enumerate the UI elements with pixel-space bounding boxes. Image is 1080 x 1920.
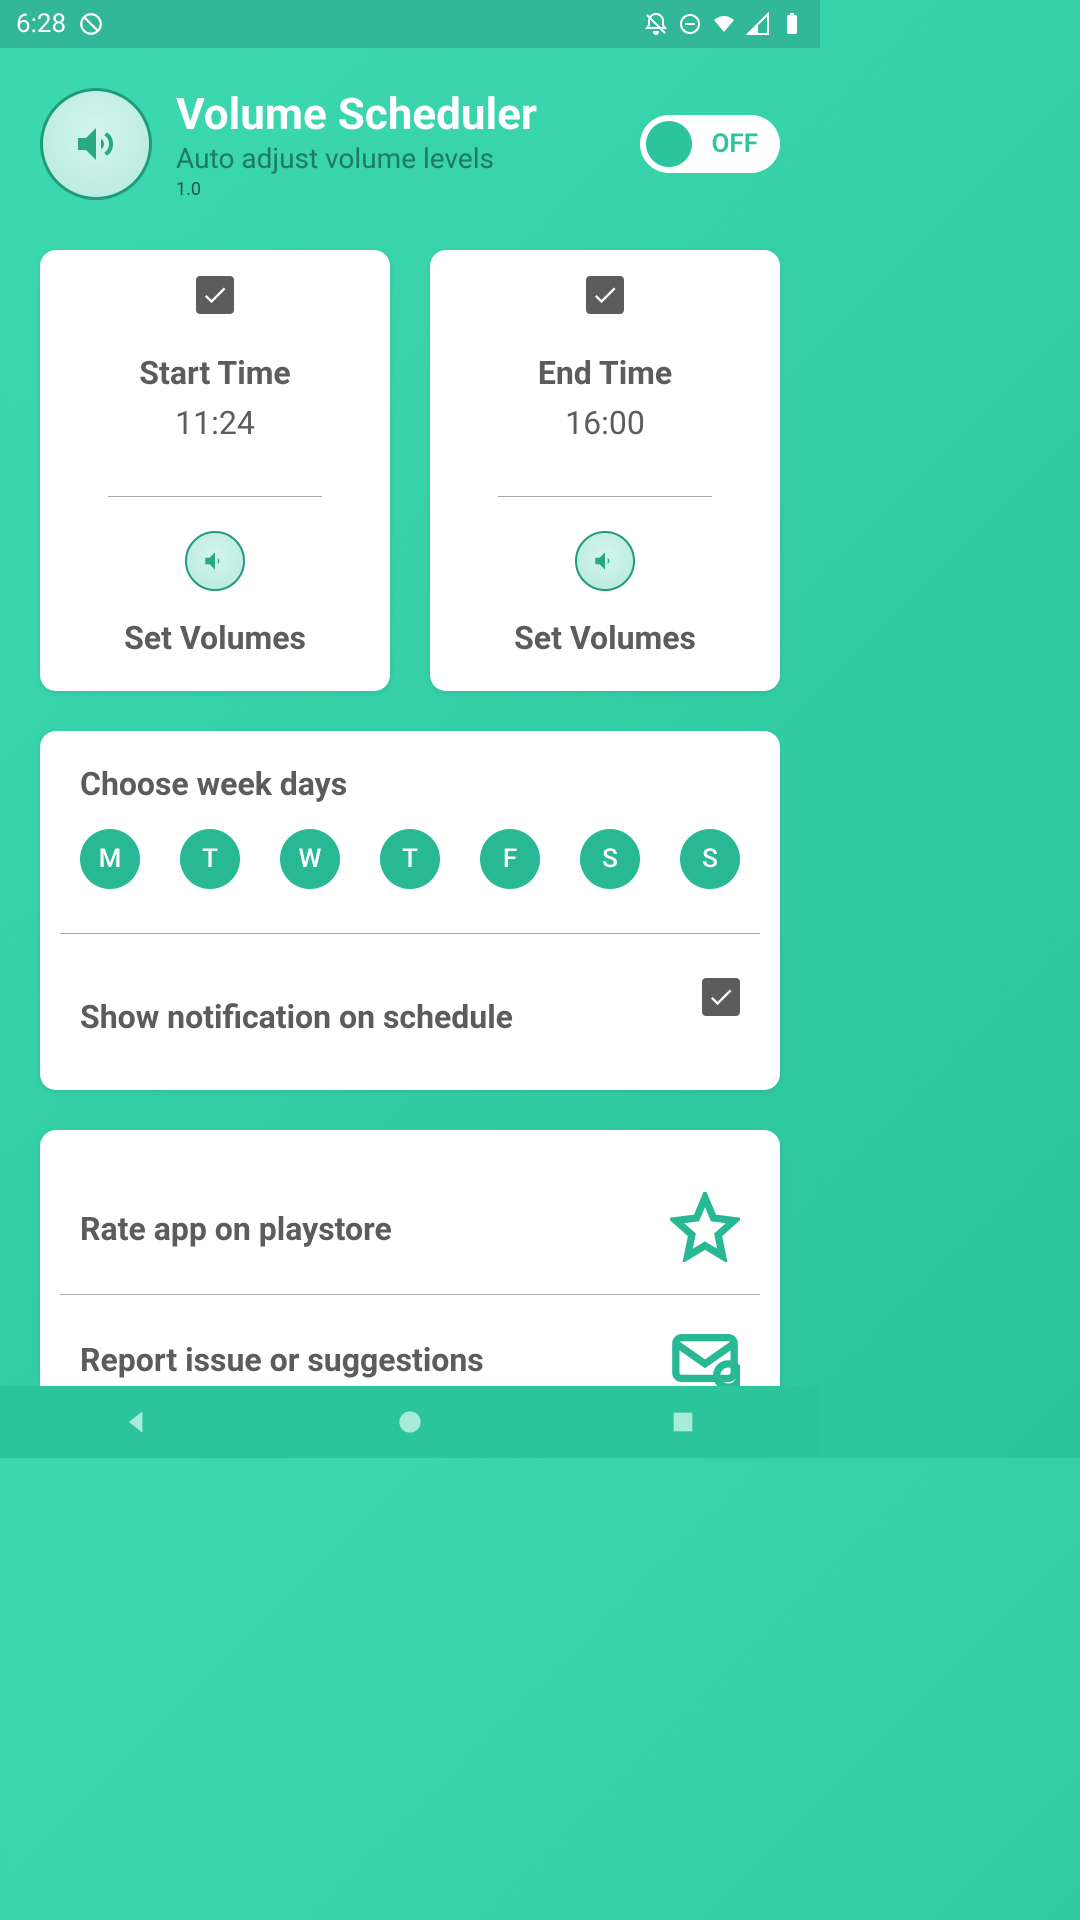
battery-icon [780, 12, 804, 36]
start-set-volumes-label[interactable]: Set Volumes [124, 619, 306, 657]
day-sat[interactable]: S [580, 829, 640, 889]
day-fri[interactable]: F [480, 829, 540, 889]
star-icon [670, 1192, 740, 1266]
end-time-title: End Time [538, 354, 672, 392]
start-checkbox[interactable] [196, 276, 234, 314]
start-time-card: Start Time 11:24 Set Volumes [40, 250, 390, 691]
day-wed[interactable]: W [280, 829, 340, 889]
start-time-value[interactable]: 11:24 [175, 404, 255, 442]
time-cards-row: Start Time 11:24 Set Volumes End Time 16… [40, 250, 780, 691]
notification-checkbox[interactable] [702, 978, 740, 1016]
check-icon [707, 983, 735, 1011]
rate-row[interactable]: Rate app on playstore [80, 1164, 740, 1294]
nav-back-button[interactable] [113, 1398, 161, 1446]
volume-icon [202, 548, 228, 574]
toggle-label: OFF [711, 129, 758, 159]
weekdays-title: Choose week days [80, 765, 740, 803]
nav-home-button[interactable] [386, 1398, 434, 1446]
days-row: M T W T F S S [80, 829, 740, 889]
start-time-title: Start Time [139, 354, 290, 392]
status-right [644, 12, 804, 36]
day-sun[interactable]: S [680, 829, 740, 889]
minus-circle-icon [678, 12, 702, 36]
status-time: 6:28 [16, 9, 66, 39]
triangle-back-icon [121, 1406, 153, 1438]
volume-icon [592, 548, 618, 574]
do-not-disturb-icon [78, 11, 104, 37]
end-time-value[interactable]: 16:00 [565, 404, 645, 442]
signal-icon [746, 12, 770, 36]
app-title: Volume Scheduler [176, 88, 616, 140]
nav-bar [0, 1386, 820, 1458]
check-icon [591, 281, 619, 309]
end-checkbox[interactable] [586, 276, 624, 314]
check-icon [201, 281, 229, 309]
end-time-card: End Time 16:00 Set Volumes [430, 250, 780, 691]
end-set-volumes-label[interactable]: Set Volumes [514, 619, 696, 657]
day-mon[interactable]: M [80, 829, 140, 889]
status-bar: 6:28 [0, 0, 820, 48]
notification-label: Show notification on schedule [80, 998, 513, 1036]
volume-icon [72, 120, 120, 168]
divider [108, 496, 323, 497]
square-recent-icon [667, 1406, 699, 1438]
end-set-volumes-icon[interactable] [575, 531, 635, 591]
circle-home-icon [394, 1406, 426, 1438]
alarm-off-icon [644, 12, 668, 36]
day-thu[interactable]: T [380, 829, 440, 889]
divider [498, 496, 713, 497]
start-set-volumes-icon[interactable] [185, 531, 245, 591]
app-version: 1.0 [176, 179, 616, 200]
app-logo [40, 88, 152, 200]
rate-label: Rate app on playstore [80, 1210, 392, 1248]
toggle-knob [646, 121, 692, 167]
status-left: 6:28 [16, 9, 104, 39]
day-tue[interactable]: T [180, 829, 240, 889]
notification-row: Show notification on schedule [80, 978, 740, 1056]
master-toggle[interactable]: OFF [640, 115, 780, 173]
divider [60, 933, 760, 934]
wifi-icon [712, 12, 736, 36]
nav-recent-button[interactable] [659, 1398, 707, 1446]
report-label: Report issue or suggestions [80, 1341, 484, 1379]
app-subtitle: Auto adjust volume levels [176, 142, 616, 175]
weekdays-card: Choose week days M T W T F S S Show noti… [40, 731, 780, 1090]
info-card: Rate app on playstore Report issue or su… [40, 1130, 780, 1427]
header: Volume Scheduler Auto adjust volume leve… [40, 88, 780, 200]
header-text: Volume Scheduler Auto adjust volume leve… [176, 88, 616, 200]
